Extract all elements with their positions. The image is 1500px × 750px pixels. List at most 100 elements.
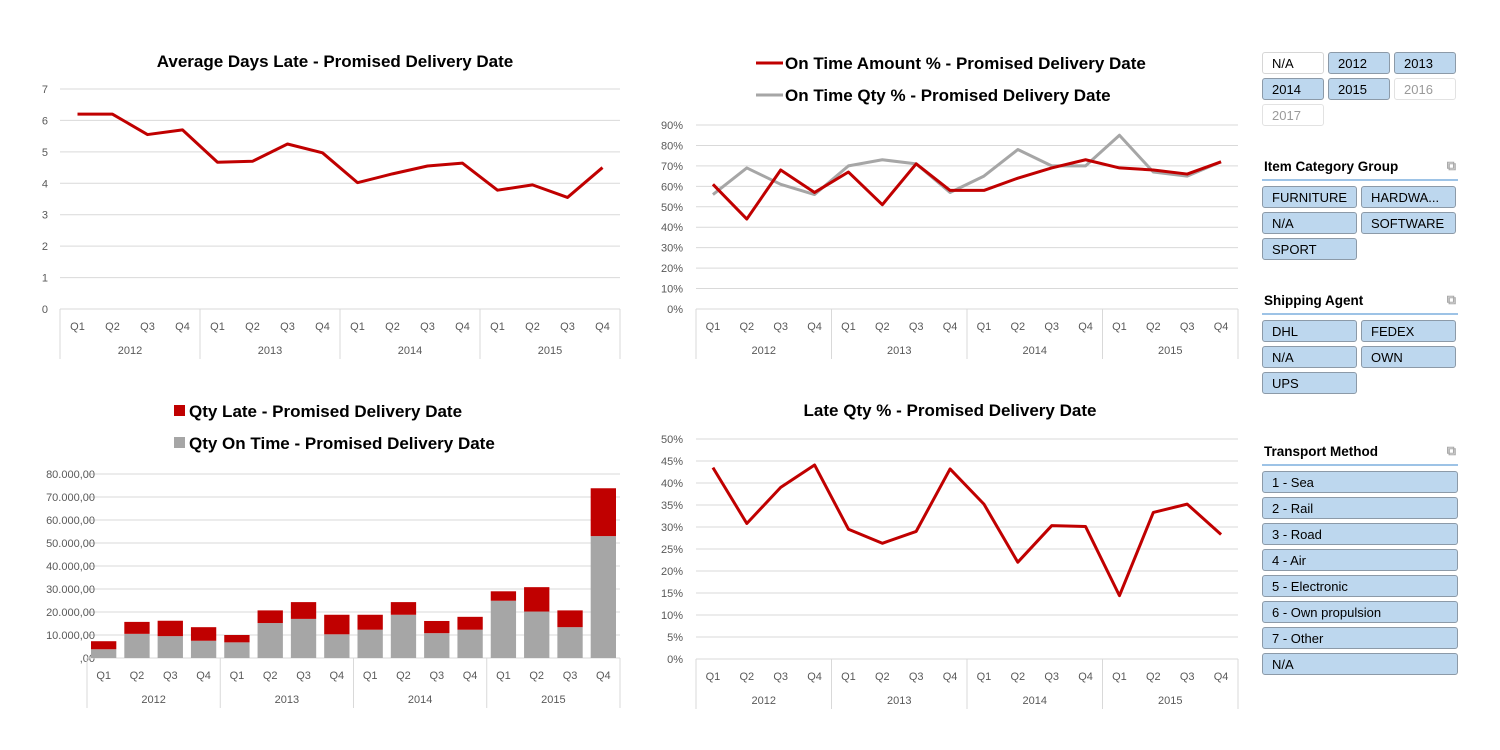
x-group-label: 2013: [258, 345, 282, 357]
slicer-item[interactable]: FEDEX: [1361, 320, 1456, 342]
x-tick-label: Q3: [773, 671, 788, 683]
slicer-item[interactable]: N/A: [1262, 346, 1357, 368]
slicer-item[interactable]: OWN: [1361, 346, 1456, 368]
y-tick-label: 70.000,00: [46, 492, 95, 504]
x-tick-label: Q3: [296, 670, 311, 682]
slicer-item[interactable]: SOFTWARE: [1361, 212, 1456, 234]
x-tick-label: Q4: [463, 670, 478, 682]
x-tick-label: Q3: [560, 321, 575, 333]
clear-filter-icon[interactable]: ⧉: [1447, 292, 1456, 308]
x-tick-label: Q1: [977, 671, 992, 683]
x-tick-label: Q1: [1112, 671, 1127, 683]
slicer-item[interactable]: 2014: [1262, 78, 1324, 100]
x-tick-label: Q4: [807, 321, 822, 333]
slicer-item[interactable]: DHL: [1262, 320, 1357, 342]
x-tick-label: Q2: [396, 670, 411, 682]
x-tick-label: Q1: [1112, 321, 1127, 333]
x-tick-label: Q1: [96, 670, 111, 682]
x-tick-label: Q2: [1146, 321, 1161, 333]
x-tick-label: Q2: [1146, 671, 1161, 683]
series-line-0: [711, 158, 1222, 221]
y-tick-label: 40.000,00: [46, 561, 95, 573]
slicer-item[interactable]: 2013: [1394, 52, 1456, 74]
slicer-item[interactable]: N/A: [1262, 653, 1458, 675]
x-tick-label: Q4: [1078, 671, 1093, 683]
slicer-item[interactable]: 1 - Sea: [1262, 471, 1458, 493]
slicer-item[interactable]: 4 - Air: [1262, 549, 1458, 571]
bar-segment-1: [224, 635, 250, 643]
slicer-item[interactable]: 2 - Rail: [1262, 497, 1458, 519]
slicer-item[interactable]: 2012: [1328, 52, 1390, 74]
x-group-label: 2015: [538, 345, 562, 357]
x-tick-label: Q4: [807, 671, 822, 683]
slicer-item[interactable]: 5 - Electronic: [1262, 575, 1458, 597]
chart-title-avg-days-late: Average Days Late - Promised Delivery Da…: [156, 52, 514, 71]
x-tick-label: Q4: [595, 321, 610, 333]
bar-segment-1: [324, 614, 350, 635]
x-group-label: 2014: [1023, 345, 1047, 357]
y-tick-label: 20.000,00: [46, 607, 95, 619]
y-tick-label: 35%: [661, 500, 683, 512]
slicer-item[interactable]: FURNITURE: [1262, 186, 1357, 208]
x-tick-label: Q4: [1214, 671, 1229, 683]
bar-segment-1: [290, 602, 317, 619]
x-tick-label: Q3: [420, 321, 435, 333]
y-tick-label: 5%: [667, 632, 683, 644]
x-tick-label: Q1: [977, 321, 992, 333]
slicer-item[interactable]: 7 - Other: [1262, 627, 1458, 649]
bar-segment-0: [124, 633, 150, 658]
bar-segment-1: [124, 621, 150, 634]
x-group-label: 2015: [541, 694, 565, 706]
slicer-item[interactable]: N/A: [1262, 212, 1357, 234]
y-tick-label: 20%: [661, 566, 683, 578]
chart-late-qty-pct: 0% 5% 10% 15% 20% 25% 30% 35% 40% 45% 50% Q1 Q2 Q3 Q4 Q…: [661, 434, 1239, 709]
y-tick-label: 15%: [661, 588, 683, 600]
x-group-label: 2013: [887, 345, 911, 357]
slicer-item[interactable]: N/A: [1262, 52, 1324, 74]
x-group-label: 2012: [118, 345, 142, 357]
x-tick-label: Q3: [909, 671, 924, 683]
slicer-item[interactable]: UPS: [1262, 372, 1357, 394]
x-tick-label: Q2: [875, 321, 890, 333]
x-tick-label: Q2: [245, 321, 260, 333]
slicer-item[interactable]: 2016: [1394, 78, 1456, 100]
bar-segment-0: [424, 633, 450, 658]
clear-filter-icon[interactable]: ⧉: [1447, 158, 1456, 174]
bar-segment-1: [190, 627, 217, 641]
x-tick-label: Q1: [706, 321, 721, 333]
y-tick-label: 0%: [667, 304, 683, 316]
slicer-item[interactable]: 2017: [1262, 104, 1324, 126]
y-tick-label: 30%: [661, 243, 683, 255]
x-tick-label: Q1: [841, 321, 856, 333]
bar-segment-1: [557, 610, 583, 628]
shipping-agent-slicer: Shipping Agent ⧉ DHL FEDEX N/A OWN UPS: [1262, 292, 1458, 394]
series-line-1: [712, 133, 1222, 197]
x-tick-label: Q4: [196, 670, 211, 682]
x-tick-label: Q2: [1010, 671, 1025, 683]
slicer-item[interactable]: HARDWA...: [1361, 186, 1456, 208]
x-tick-label: Q2: [739, 321, 754, 333]
y-tick-label: 6: [42, 115, 48, 127]
slicer-header: Transport Method ⧉: [1262, 443, 1458, 466]
bar-segment-0: [590, 536, 617, 658]
slicer-item[interactable]: SPORT: [1262, 238, 1357, 260]
legend-label-1: On Time Qty % - Promised Delivery Date: [785, 86, 1111, 105]
y-tick-label: 40%: [661, 222, 683, 234]
bar-segment-0: [524, 611, 550, 658]
slicer-item[interactable]: 2015: [1328, 78, 1390, 100]
x-tick-label: Q2: [525, 321, 540, 333]
clear-filter-icon[interactable]: ⧉: [1447, 443, 1456, 459]
slicer-item[interactable]: 6 - Own propulsion: [1262, 601, 1458, 623]
y-tick-label: 4: [42, 178, 48, 190]
x-tick-label: Q4: [315, 321, 330, 333]
x-tick-label: Q2: [105, 321, 120, 333]
bar-segment-0: [390, 614, 417, 658]
slicer-item[interactable]: 3 - Road: [1262, 523, 1458, 545]
series-line-0: [711, 463, 1223, 598]
y-tick-label: 50%: [661, 202, 683, 214]
y-tick-label: 90%: [661, 120, 683, 132]
x-group-label: 2015: [1158, 345, 1182, 357]
x-tick-label: Q1: [350, 321, 365, 333]
bar-segment-1: [524, 587, 550, 612]
y-tick-label: 3: [42, 210, 48, 222]
